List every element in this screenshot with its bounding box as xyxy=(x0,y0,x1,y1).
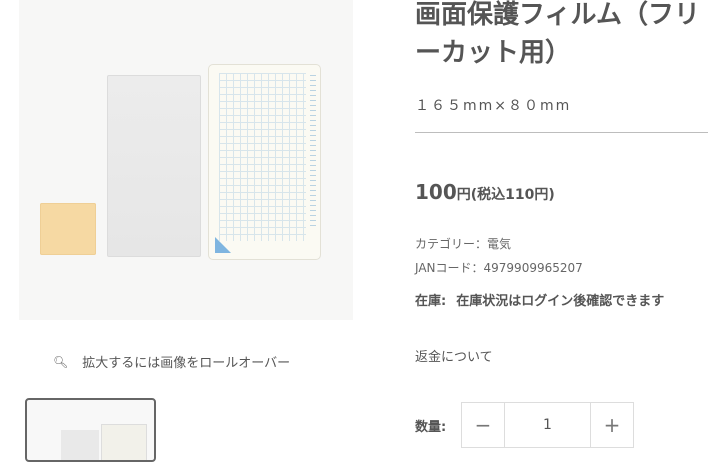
price: 100円(税込110円) xyxy=(415,180,555,204)
cutting-guide-card-image xyxy=(208,64,321,260)
thumbnail-selected[interactable] xyxy=(25,398,156,462)
search-icon: 🔍︎ xyxy=(53,354,69,369)
plus-icon: + xyxy=(603,413,621,437)
divider xyxy=(415,132,708,133)
stock-status: 在庫: 在庫状況はログイン後確認できます xyxy=(415,290,664,309)
minus-button[interactable]: − xyxy=(462,403,504,447)
blue-corner-mark xyxy=(215,237,231,253)
zoom-hint-text: 拡大するには画像をロールオーバー xyxy=(82,356,291,371)
product-size: １６５mm×８０mm xyxy=(415,98,572,114)
cleaning-cloth-image xyxy=(40,203,96,255)
price-currency: 円 xyxy=(456,187,471,203)
plus-button[interactable]: + xyxy=(591,403,633,447)
price-tax: (税込110円) xyxy=(470,187,555,203)
price-amount: 100 xyxy=(415,180,457,204)
thumbnail-card xyxy=(101,424,147,460)
stock-value: 在庫状況はログイン後確認できます xyxy=(456,294,665,309)
product-title: 画面保護フィルム（フリーカット用） xyxy=(415,0,700,68)
thumbnail-film xyxy=(61,430,99,460)
stock-label: 在庫: xyxy=(415,294,447,309)
quantity-stepper: − 1 + xyxy=(461,402,634,448)
minus-icon: − xyxy=(474,413,492,437)
return-policy-link[interactable]: 返金について xyxy=(415,346,493,365)
protective-film-image xyxy=(107,75,201,257)
grid-pattern xyxy=(219,73,306,241)
jan-code: JANコード：4979909965207 xyxy=(415,261,583,275)
quantity-label: 数量: xyxy=(415,420,447,435)
category: カテゴリー：電気 xyxy=(415,237,512,251)
product-main-image[interactable] xyxy=(19,0,353,320)
scale-strip xyxy=(310,75,316,229)
zoom-hint: 🔍︎ 拡大するには画像をロールオーバー xyxy=(53,352,291,372)
quantity-input[interactable]: 1 xyxy=(504,403,591,447)
